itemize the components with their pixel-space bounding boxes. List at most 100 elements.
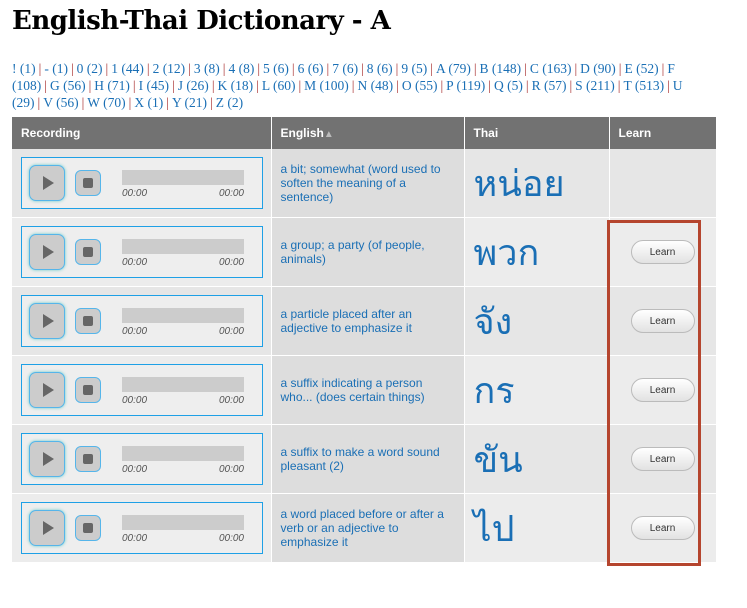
index-link[interactable]: L (60) xyxy=(262,78,296,93)
progress-bar[interactable] xyxy=(122,170,244,185)
learn-cell xyxy=(609,149,717,218)
current-time: 00:00 xyxy=(122,395,148,406)
duration: 00:00 xyxy=(218,533,244,544)
stop-button[interactable] xyxy=(75,377,101,403)
index-link[interactable]: - (1) xyxy=(44,61,68,76)
index-link[interactable]: E (52) xyxy=(625,61,659,76)
index-link[interactable]: 3 (8) xyxy=(194,61,220,76)
index-link[interactable]: 1 (44) xyxy=(111,61,144,76)
recording-cell: 00:00 00:00 xyxy=(12,493,272,563)
separator: | xyxy=(211,78,215,93)
index-link[interactable]: 5 (6) xyxy=(263,61,289,76)
index-link[interactable]: N (48) xyxy=(358,78,394,93)
sort-asc-icon: ▲ xyxy=(323,129,334,140)
english-cell: a suffix indicating a person who... (doe… xyxy=(271,355,465,425)
header-thai: Thai xyxy=(464,117,610,149)
index-link[interactable]: I (45) xyxy=(139,78,169,93)
index-link[interactable]: J (26) xyxy=(178,78,209,93)
progress-bar[interactable] xyxy=(122,308,244,323)
stop-button[interactable] xyxy=(75,308,101,334)
header-english-label: English xyxy=(280,126,324,140)
duration: 00:00 xyxy=(218,326,244,337)
index-link[interactable]: T (513) xyxy=(623,78,664,93)
index-link[interactable]: 9 (5) xyxy=(401,61,427,76)
duration: 00:00 xyxy=(218,395,244,406)
recording-cell: 00:00 00:00 xyxy=(12,355,272,425)
play-button[interactable] xyxy=(29,510,65,546)
play-button[interactable] xyxy=(29,441,65,477)
separator: | xyxy=(617,78,621,93)
index-link[interactable]: 6 (6) xyxy=(298,61,324,76)
thai-cell: ไป xyxy=(464,493,610,563)
progress-bar[interactable] xyxy=(122,515,244,530)
separator: | xyxy=(430,61,433,76)
index-link[interactable]: B (148) xyxy=(480,61,522,76)
stop-button[interactable] xyxy=(75,239,101,265)
recording-cell: 00:00 00:00 xyxy=(12,149,272,218)
table-row: 00:00 00:00 a bit; somewhat (word used t… xyxy=(12,149,717,218)
current-time: 00:00 xyxy=(122,326,148,337)
separator: | xyxy=(210,95,213,110)
stop-button[interactable] xyxy=(75,515,101,541)
recording-cell: 00:00 00:00 xyxy=(12,217,272,287)
index-link[interactable]: Z (2) xyxy=(216,95,243,110)
index-link[interactable]: X (1) xyxy=(134,95,163,110)
separator: | xyxy=(128,95,132,110)
thai-cell: จัง xyxy=(464,286,610,356)
learn-column-highlight xyxy=(607,220,701,566)
play-button[interactable] xyxy=(29,234,65,270)
separator: | xyxy=(395,61,399,76)
index-link[interactable]: V (56) xyxy=(43,95,78,110)
index-link[interactable]: A (79) xyxy=(436,61,471,76)
separator: | xyxy=(574,61,578,76)
thai-cell: ขัน xyxy=(464,424,610,494)
stop-button[interactable] xyxy=(75,170,101,196)
index-link[interactable]: 7 (6) xyxy=(332,61,358,76)
duration: 00:00 xyxy=(218,464,244,475)
index-link[interactable]: W (70) xyxy=(87,95,125,110)
index-link[interactable]: R (57) xyxy=(532,78,567,93)
separator: | xyxy=(171,78,175,93)
index-link[interactable]: H (71) xyxy=(94,78,130,93)
index-link[interactable]: P (119) xyxy=(446,78,485,93)
index-link[interactable]: Q (5) xyxy=(494,78,523,93)
separator: | xyxy=(488,78,491,93)
index-link[interactable]: M (100) xyxy=(304,78,349,93)
index-link[interactable]: K (18) xyxy=(218,78,254,93)
current-time: 00:00 xyxy=(122,257,148,268)
index-link[interactable]: 8 (6) xyxy=(367,61,393,76)
audio-player: 00:00 00:00 xyxy=(21,157,263,209)
play-button[interactable] xyxy=(29,165,65,201)
index-link[interactable]: D (90) xyxy=(580,61,616,76)
english-cell: a group; a party (of people, animals) xyxy=(271,217,465,287)
index-link[interactable]: ! (1) xyxy=(12,61,36,76)
index-link[interactable]: Y (21) xyxy=(172,95,207,110)
progress-bar[interactable] xyxy=(122,446,244,461)
index-link[interactable]: 0 (2) xyxy=(77,61,103,76)
audio-player: 00:00 00:00 xyxy=(21,295,263,347)
index-link[interactable]: S (211) xyxy=(575,78,615,93)
header-english[interactable]: English▲ xyxy=(271,117,465,149)
separator: | xyxy=(618,61,622,76)
stop-button[interactable] xyxy=(75,446,101,472)
progress-bar[interactable] xyxy=(122,239,244,254)
index-link[interactable]: C (163) xyxy=(530,61,572,76)
index-link[interactable]: G (56) xyxy=(50,78,86,93)
play-button[interactable] xyxy=(29,303,65,339)
separator: | xyxy=(256,78,259,93)
separator: | xyxy=(298,78,302,93)
separator: | xyxy=(396,78,399,93)
audio-player: 00:00 00:00 xyxy=(21,433,263,485)
play-button[interactable] xyxy=(29,372,65,408)
progress-bar[interactable] xyxy=(122,377,244,392)
current-time: 00:00 xyxy=(122,188,148,199)
separator: | xyxy=(44,78,47,93)
separator: | xyxy=(132,78,136,93)
index-link[interactable]: 4 (8) xyxy=(228,61,254,76)
separator: | xyxy=(473,61,477,76)
index-link[interactable]: 2 (12) xyxy=(153,61,186,76)
separator: | xyxy=(291,61,295,76)
index-link[interactable]: O (55) xyxy=(402,78,438,93)
separator: | xyxy=(166,95,169,110)
header-learn: Learn xyxy=(609,117,717,149)
